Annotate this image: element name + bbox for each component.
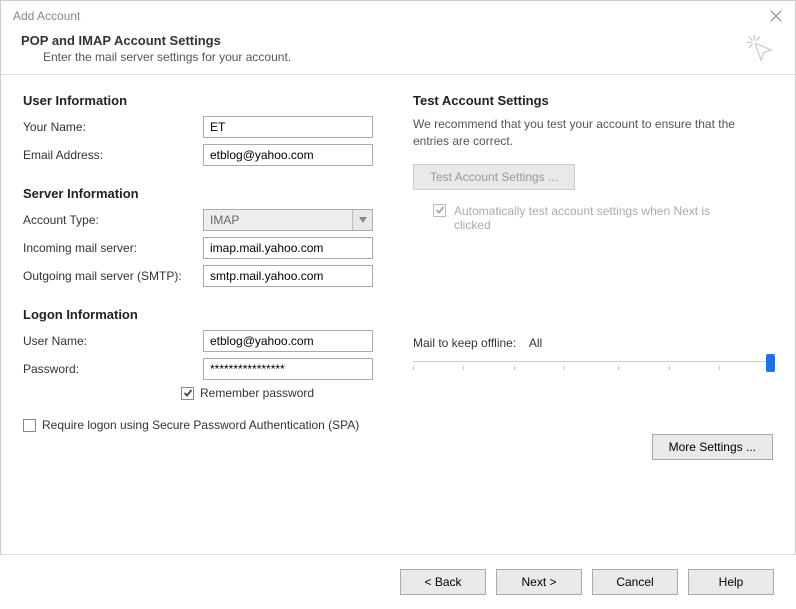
page-title: POP and IMAP Account Settings bbox=[21, 33, 291, 48]
spa-label: Require logon using Secure Password Auth… bbox=[42, 418, 359, 432]
spa-checkbox[interactable] bbox=[23, 419, 36, 432]
cursor-click-icon bbox=[745, 33, 775, 63]
outgoing-server-label: Outgoing mail server (SMTP): bbox=[23, 269, 203, 283]
email-label: Email Address: bbox=[23, 148, 203, 162]
your-name-input[interactable] bbox=[203, 116, 373, 138]
password-label: Password: bbox=[23, 362, 203, 376]
remember-password-checkbox[interactable] bbox=[181, 387, 194, 400]
auto-test-checkbox bbox=[433, 204, 446, 217]
close-icon[interactable] bbox=[769, 9, 783, 23]
account-type-value bbox=[203, 209, 373, 231]
back-button[interactable]: < Back bbox=[400, 569, 486, 595]
mail-offline-slider[interactable] bbox=[413, 354, 773, 374]
account-type-label: Account Type: bbox=[23, 213, 203, 227]
help-button[interactable]: Help bbox=[688, 569, 774, 595]
password-input[interactable] bbox=[203, 358, 373, 380]
email-input[interactable] bbox=[203, 144, 373, 166]
outgoing-server-input[interactable] bbox=[203, 265, 373, 287]
page-subtitle: Enter the mail server settings for your … bbox=[43, 50, 291, 64]
your-name-label: Your Name: bbox=[23, 120, 203, 134]
next-button[interactable]: Next > bbox=[496, 569, 582, 595]
server-info-heading: Server Information bbox=[23, 186, 383, 201]
incoming-server-input[interactable] bbox=[203, 237, 373, 259]
more-settings-button[interactable]: More Settings ... bbox=[652, 434, 773, 460]
chevron-down-icon bbox=[352, 210, 372, 230]
logon-info-heading: Logon Information bbox=[23, 307, 383, 322]
test-account-settings-button[interactable]: Test Account Settings ... bbox=[413, 164, 575, 190]
test-settings-description: We recommend that you test your account … bbox=[413, 116, 773, 150]
user-info-heading: User Information bbox=[23, 93, 383, 108]
slider-thumb[interactable] bbox=[766, 354, 775, 372]
mail-offline-label: Mail to keep offline: bbox=[413, 336, 516, 350]
account-type-select bbox=[203, 209, 373, 231]
incoming-server-label: Incoming mail server: bbox=[23, 241, 203, 255]
username-label: User Name: bbox=[23, 334, 203, 348]
mail-offline-value: All bbox=[529, 336, 542, 350]
remember-password-label: Remember password bbox=[200, 386, 314, 400]
cancel-button[interactable]: Cancel bbox=[592, 569, 678, 595]
username-input[interactable] bbox=[203, 330, 373, 352]
window-title: Add Account bbox=[13, 9, 80, 23]
auto-test-label: Automatically test account settings when… bbox=[454, 204, 714, 232]
test-settings-heading: Test Account Settings bbox=[413, 93, 773, 108]
